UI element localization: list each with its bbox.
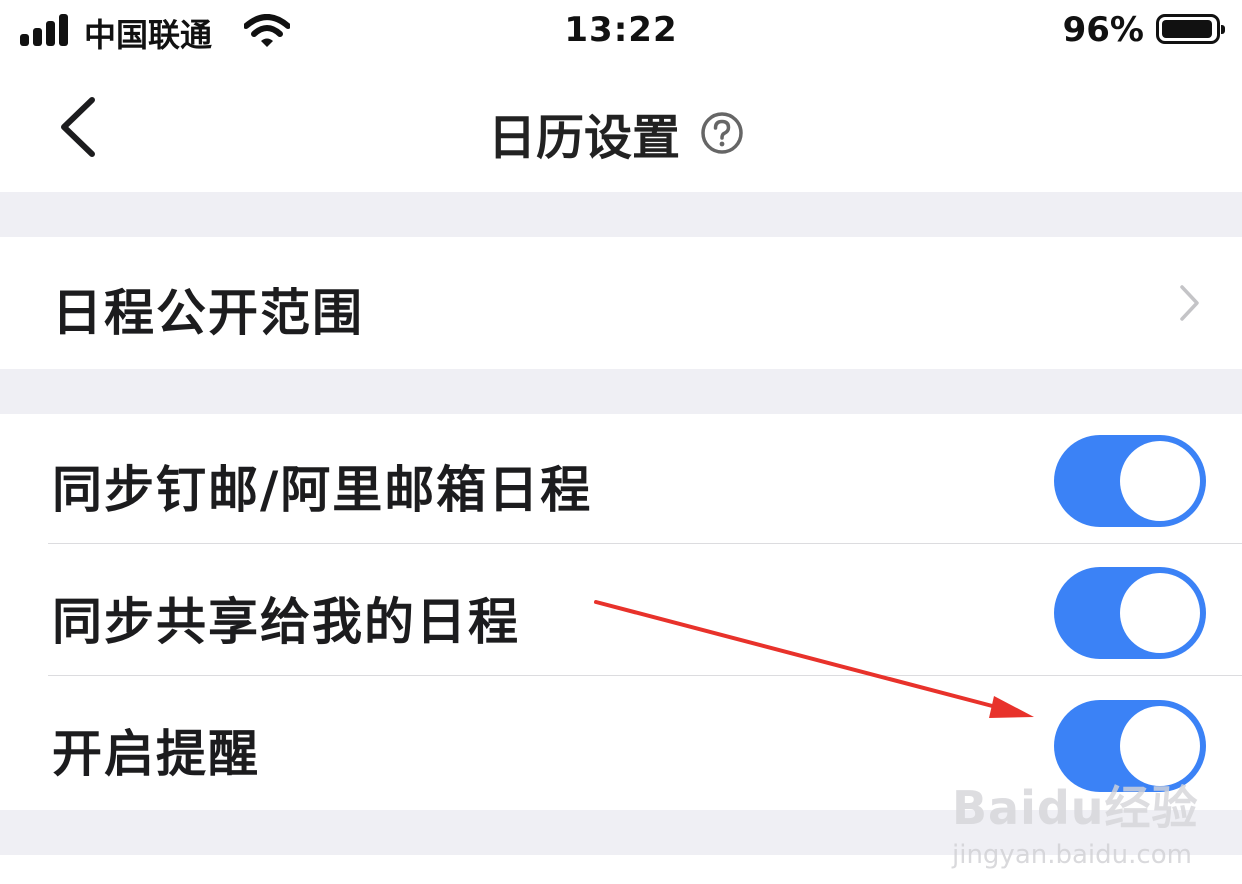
schedule-visibility-row[interactable]: 日程公开范围 — [0, 237, 1242, 369]
enable-reminder-label: 开启提醒 — [52, 725, 260, 783]
sync-shared-calendar-toggle[interactable] — [1054, 567, 1206, 659]
status-bar: 中国联通 13:22 96% — [0, 0, 1242, 64]
sync-shared-calendar-row: 同步共享给我的日程 — [0, 544, 1242, 675]
sync-shared-calendar-label: 同步共享给我的日程 — [52, 593, 520, 651]
sync-mail-calendar-label: 同步钉邮/阿里邮箱日程 — [52, 461, 593, 519]
page-title-group: 日历设置 — [488, 98, 744, 168]
clock-time: 13:22 — [564, 10, 678, 50]
battery-icon — [1156, 14, 1225, 44]
sync-mail-calendar-row: 同步钉邮/阿里邮箱日程 — [0, 414, 1242, 544]
section-gap — [0, 369, 1242, 414]
chevron-right-icon — [1180, 285, 1199, 321]
sync-mail-calendar-toggle[interactable] — [1054, 435, 1206, 527]
chevron-left-icon[interactable] — [52, 94, 104, 160]
battery-percentage: 96% — [1062, 10, 1144, 50]
navigation-bar: 日历设置 — [0, 64, 1242, 192]
watermark-logo: Baidu经验 — [952, 781, 1199, 835]
page-title: 日历设置 — [488, 110, 681, 166]
watermark-url: jingyan.baidu.com — [952, 840, 1192, 870]
question-circle-icon[interactable] — [700, 111, 744, 155]
baidu-watermark: Baidu经验 jingyan.baidu.com — [952, 772, 1199, 870]
schedule-visibility-label: 日程公开范围 — [52, 284, 364, 342]
section-gap — [0, 192, 1242, 237]
